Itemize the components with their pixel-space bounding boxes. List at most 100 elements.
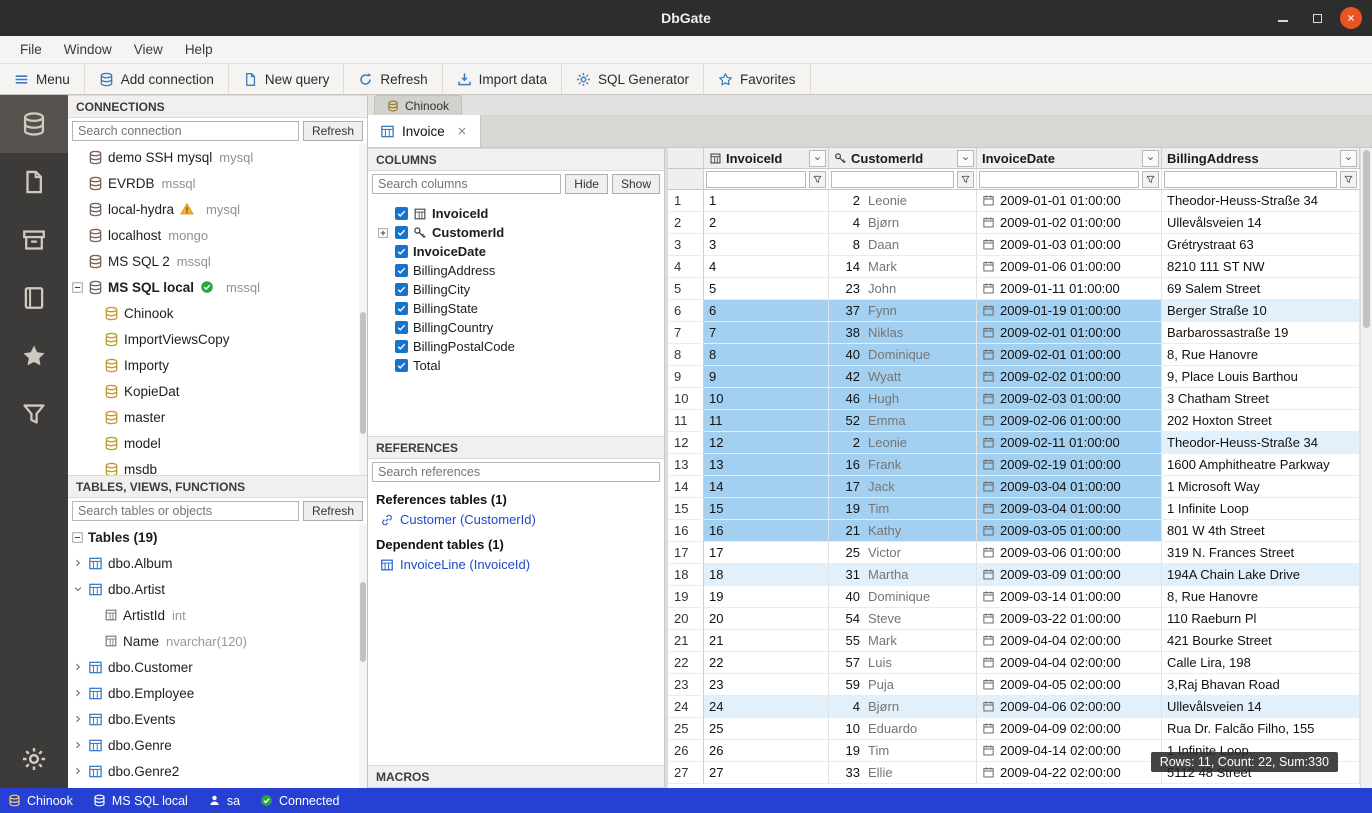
statusbar-sa[interactable]: sa <box>208 794 240 808</box>
row-number[interactable]: 7 <box>668 322 704 344</box>
database-item-msdb[interactable]: msdb <box>68 456 367 475</box>
cell-invoicedate[interactable]: 2009-04-22 02:00:00 <box>977 762 1162 784</box>
cell-customerid[interactable]: 37Fynn <box>829 300 977 322</box>
column-header-billingaddress[interactable]: BillingAddress <box>1162 148 1360 169</box>
database-item-kopiedat[interactable]: KopieDat <box>68 378 367 404</box>
database-item-importy[interactable]: Importy <box>68 352 367 378</box>
connection-search-input[interactable] <box>72 121 299 141</box>
filter-menu-button[interactable] <box>1340 171 1357 188</box>
row-number[interactable]: 23 <box>668 674 704 696</box>
references-panel-header[interactable]: REFERENCES <box>368 436 664 459</box>
rail-settings-button[interactable] <box>0 730 68 788</box>
cell-invoiceid[interactable]: 19 <box>704 586 829 608</box>
column-menu-button[interactable] <box>1142 150 1159 167</box>
chevron-right-icon[interactable] <box>72 765 84 777</box>
cell-invoicedate[interactable]: 2009-03-04 01:00:00 <box>977 498 1162 520</box>
cell-billingaddress[interactable]: 202 Hoxton Street <box>1162 410 1360 432</box>
column-item-name[interactable]: Name nvarchar(120) <box>68 628 367 654</box>
cell-invoiceid[interactable]: 7 <box>704 322 829 344</box>
cell-invoiceid[interactable]: 6 <box>704 300 829 322</box>
column-menu-button[interactable] <box>957 150 974 167</box>
row-number[interactable]: 26 <box>668 740 704 762</box>
reference-link-invoiceline-invoiceid[interactable]: InvoiceLine (InvoiceId) <box>368 554 664 575</box>
checkbox-billingstate[interactable] <box>395 302 408 315</box>
cell-invoicedate[interactable]: 2009-01-01 01:00:00 <box>977 190 1162 212</box>
rail-connections-button[interactable] <box>0 95 68 153</box>
row-number[interactable]: 14 <box>668 476 704 498</box>
cell-customerid[interactable]: 8Daan <box>829 234 977 256</box>
cell-customerid[interactable]: 4Bjørn <box>829 212 977 234</box>
show-columns-button[interactable]: Show <box>612 174 660 194</box>
column-menu-button[interactable] <box>809 150 826 167</box>
cell-customerid[interactable]: 21Kathy <box>829 520 977 542</box>
row-number[interactable]: 4 <box>668 256 704 278</box>
filter-menu-button[interactable] <box>809 171 826 188</box>
database-item-master[interactable]: master <box>68 404 367 430</box>
cell-billingaddress[interactable]: Calle Lira, 198 <box>1162 652 1360 674</box>
checkbox-billingpostalcode[interactable] <box>395 340 408 353</box>
cell-billingaddress[interactable]: Theodor-Heuss-Straße 34 <box>1162 190 1360 212</box>
tables-group[interactable]: Tables (19) <box>68 524 367 550</box>
column-toggle-billingaddress[interactable]: BillingAddress <box>368 261 664 280</box>
cell-billingaddress[interactable]: 69 Salem Street <box>1162 278 1360 300</box>
checkbox-billingaddress[interactable] <box>395 264 408 277</box>
checkbox-invoiceid[interactable] <box>395 207 408 220</box>
connections-panel-header[interactable]: CONNECTIONS <box>68 95 367 118</box>
tables-scrollbar[interactable] <box>359 524 367 788</box>
macros-panel-header[interactable]: MACROS <box>368 765 664 788</box>
cell-invoiceid[interactable]: 26 <box>704 740 829 762</box>
filter-input-invoiceid[interactable] <box>706 171 806 188</box>
scrollbar-thumb[interactable] <box>360 312 366 434</box>
cell-customerid[interactable]: 52Emma <box>829 410 977 432</box>
cell-invoicedate[interactable]: 2009-02-02 01:00:00 <box>977 366 1162 388</box>
cell-customerid[interactable]: 14Mark <box>829 256 977 278</box>
connection-item-demo-ssh-mysql[interactable]: demo SSH mysql mysql <box>68 144 367 170</box>
cell-billingaddress[interactable]: Theodor-Heuss-Straße 34 <box>1162 432 1360 454</box>
connection-item-ms-sql-2[interactable]: MS SQL 2 mssql <box>68 248 367 274</box>
cell-invoicedate[interactable]: 2009-04-04 02:00:00 <box>977 630 1162 652</box>
cell-billingaddress[interactable]: 8210 111 ST NW <box>1162 256 1360 278</box>
database-item-chinook[interactable]: Chinook <box>68 300 367 326</box>
cell-invoicedate[interactable]: 2009-02-06 01:00:00 <box>977 410 1162 432</box>
cell-invoicedate[interactable]: 2009-02-01 01:00:00 <box>977 322 1162 344</box>
close-button[interactable] <box>1340 7 1362 29</box>
cell-billingaddress[interactable]: 421 Bourke Street <box>1162 630 1360 652</box>
chevron-right-icon[interactable] <box>72 661 84 673</box>
cell-billingaddress[interactable]: Barbarossastraße 19 <box>1162 322 1360 344</box>
scrollbar-thumb[interactable] <box>360 582 366 662</box>
cell-invoicedate[interactable]: 2009-01-19 01:00:00 <box>977 300 1162 322</box>
filter-input-billingaddress[interactable] <box>1164 171 1337 188</box>
favorites-button[interactable]: Favorites <box>704 64 811 94</box>
table-item-dbo-employee[interactable]: dbo.Employee <box>68 680 367 706</box>
cell-invoiceid[interactable]: 11 <box>704 410 829 432</box>
tables-refresh-button[interactable]: Refresh <box>303 501 363 521</box>
row-number[interactable]: 22 <box>668 652 704 674</box>
statusbar-chinook[interactable]: Chinook <box>8 794 73 808</box>
rail-history-button[interactable] <box>0 269 68 327</box>
cell-invoiceid[interactable]: 1 <box>704 190 829 212</box>
chevron-right-icon[interactable] <box>72 557 84 569</box>
cell-invoicedate[interactable]: 2009-04-06 02:00:00 <box>977 696 1162 718</box>
menu-file[interactable]: File <box>10 39 52 60</box>
row-number[interactable]: 27 <box>668 762 704 784</box>
cell-invoiceid[interactable]: 9 <box>704 366 829 388</box>
cell-invoicedate[interactable]: 2009-03-09 01:00:00 <box>977 564 1162 586</box>
reference-link-customer-customerid[interactable]: Customer (CustomerId) <box>368 509 664 530</box>
filter-menu-button[interactable] <box>957 171 974 188</box>
cell-billingaddress[interactable]: Grétrystraat 63 <box>1162 234 1360 256</box>
connections-refresh-button[interactable]: Refresh <box>303 121 363 141</box>
column-toggle-billingpostalcode[interactable]: BillingPostalCode <box>368 337 664 356</box>
rail-archive-button[interactable] <box>0 211 68 269</box>
cell-invoiceid[interactable]: 10 <box>704 388 829 410</box>
tab-close-icon[interactable] <box>456 125 468 137</box>
columns-panel-header[interactable]: COLUMNS <box>368 148 664 171</box>
column-toggle-invoiceid[interactable]: InvoiceId <box>368 204 664 223</box>
table-item-dbo-genre2[interactable]: dbo.Genre2 <box>68 758 367 784</box>
column-header-invoiceid[interactable]: InvoiceId <box>704 148 829 169</box>
table-item-dbo-events[interactable]: dbo.Events <box>68 706 367 732</box>
connection-item-local-hydra[interactable]: local-hydra mysql <box>68 196 367 222</box>
cell-invoiceid[interactable]: 27 <box>704 762 829 784</box>
checkbox-billingcity[interactable] <box>395 283 408 296</box>
cell-customerid[interactable]: 10Eduardo <box>829 718 977 740</box>
cell-invoicedate[interactable]: 2009-04-09 02:00:00 <box>977 718 1162 740</box>
